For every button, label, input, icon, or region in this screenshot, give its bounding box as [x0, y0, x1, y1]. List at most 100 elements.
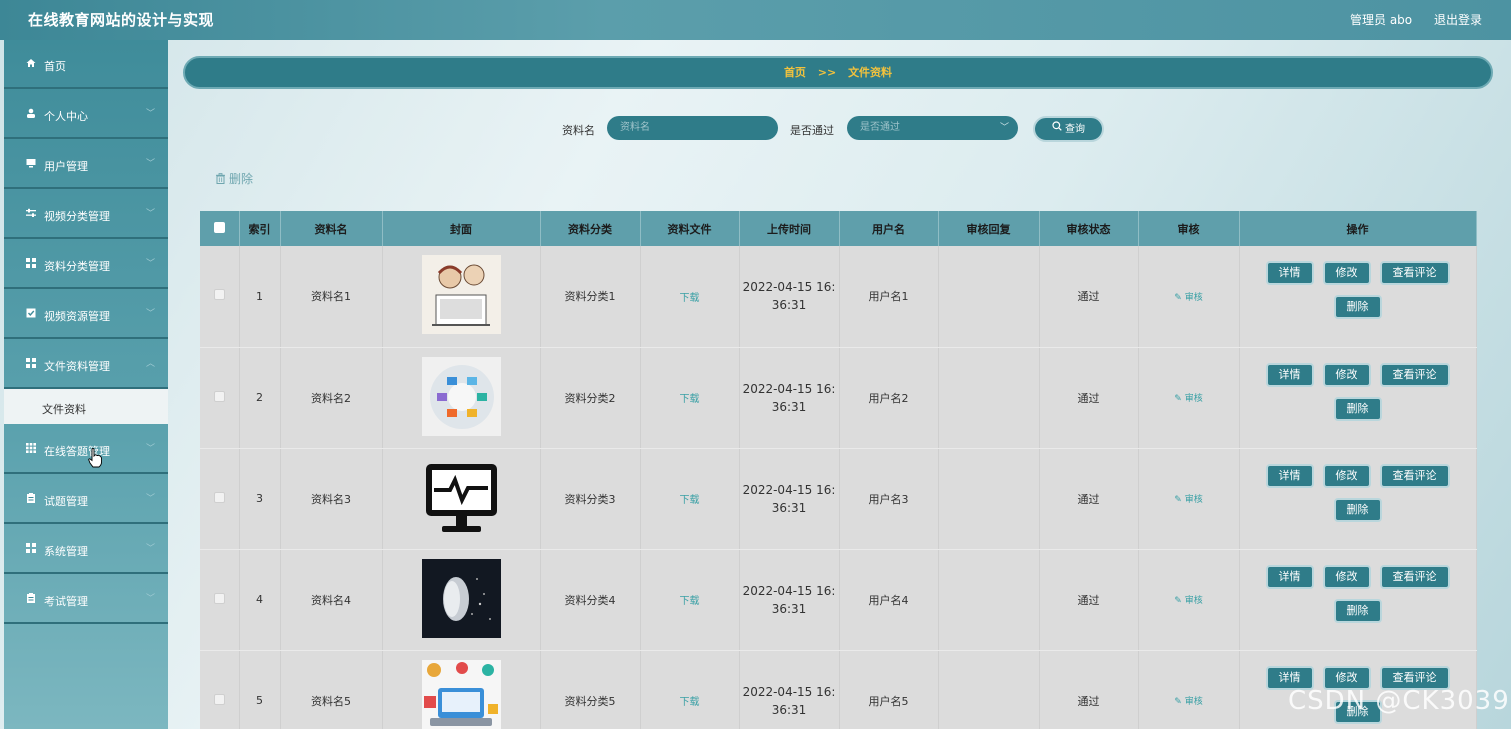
audit-cell: ✎ 审核	[1138, 347, 1240, 449]
file-cell: 下载	[640, 347, 740, 449]
row-select-cell	[200, 448, 240, 550]
admin-label: 管理员 abo	[1350, 13, 1413, 27]
edit-button[interactable]: 修改	[1322, 463, 1371, 488]
delete-button[interactable]: 删除	[1333, 396, 1382, 421]
sidebar-item-exam-management[interactable]: 考试管理 ﹀	[4, 575, 168, 624]
name-cell: 资料名2	[280, 347, 383, 449]
sidebar-item-personal-center[interactable]: 个人中心 ﹀	[4, 90, 168, 139]
row-actions: 详情 修改 查看评论 删除	[1240, 362, 1476, 433]
batch-delete-button[interactable]: 删除	[215, 170, 253, 187]
cover-cell	[382, 246, 541, 348]
sidebar-item-label: 试题管理	[44, 495, 88, 508]
delete-button[interactable]: 删除	[1333, 497, 1382, 522]
sidebar-item-home[interactable]: 首页	[4, 40, 168, 89]
audit-link-label: 审核	[1184, 394, 1203, 404]
row-checkbox[interactable]	[213, 693, 225, 705]
column-header: 审核回复	[938, 211, 1040, 246]
row-checkbox[interactable]	[213, 289, 225, 301]
edit-pencil-icon: ✎	[1174, 394, 1185, 404]
download-link[interactable]: 下载	[680, 394, 700, 405]
detail-button[interactable]: 详情	[1265, 261, 1314, 286]
sidebar-item-label: 文件资料管理	[44, 360, 110, 373]
search-button[interactable]: 查询	[1033, 116, 1104, 142]
home-icon	[26, 58, 36, 68]
audit-reply-cell	[938, 549, 1040, 651]
upload-time-date: 2022-04-15 16:	[742, 482, 836, 497]
upload-time-cell: 2022-04-15 16: 36:31	[739, 347, 840, 449]
column-header: 资料分类	[540, 211, 641, 246]
edit-button[interactable]: 修改	[1322, 261, 1371, 286]
edit-pencil-icon: ✎	[1174, 292, 1185, 303]
sidebar-subitem-file-materials[interactable]: 文件资料	[4, 389, 168, 424]
breadcrumb: 首页 >> 文件资料	[183, 56, 1493, 89]
download-link[interactable]: 下载	[680, 495, 700, 506]
audit-status-cell: 通过	[1039, 246, 1139, 348]
search-icon	[1052, 118, 1062, 140]
breadcrumb-home[interactable]: 首页	[784, 66, 806, 79]
detail-button[interactable]: 详情	[1265, 564, 1314, 589]
row-select-cell	[200, 650, 240, 729]
sidebar-item-system-management[interactable]: 系统管理 ﹀	[4, 525, 168, 574]
clipboard-icon	[26, 593, 36, 603]
audit-link[interactable]: ✎ 审核	[1174, 293, 1202, 303]
column-header: 操作	[1239, 211, 1477, 246]
upload-time-clock: 36:31	[771, 399, 807, 414]
index-cell: 5	[239, 650, 281, 729]
row-checkbox[interactable]	[213, 390, 225, 402]
cover-cell	[382, 448, 541, 550]
row-checkbox[interactable]	[213, 592, 225, 604]
sidebar-item-question-management[interactable]: 试题管理 ﹀	[4, 475, 168, 524]
audit-reply-cell	[938, 246, 1040, 348]
view-comments-button[interactable]: 查看评论	[1379, 463, 1450, 488]
select-all-checkbox[interactable]	[213, 221, 225, 233]
sidebar-item-video-resource[interactable]: 视频资源管理 ﹀	[4, 290, 168, 339]
name-cell: 资料名3	[280, 448, 383, 550]
edit-button[interactable]: 修改	[1322, 362, 1371, 387]
audit-link-label: 审核	[1184, 292, 1203, 303]
sidebar-item-online-quiz[interactable]: 在线答题管理 ﹀	[4, 425, 168, 474]
audit-link[interactable]: ✎ 审核	[1174, 697, 1202, 707]
hand-cursor-icon	[88, 448, 102, 468]
sidebar-item-material-category[interactable]: 资料分类管理 ﹀	[4, 240, 168, 289]
view-comments-button[interactable]: 查看评论	[1379, 362, 1450, 387]
sidebar-item-user-management[interactable]: 用户管理 ﹀	[4, 140, 168, 189]
audit-link[interactable]: ✎ 审核	[1174, 394, 1202, 404]
download-link[interactable]: 下载	[680, 596, 700, 607]
sidebar-item-file-management[interactable]: 文件资料管理 ︿	[4, 340, 168, 389]
cover-cell	[382, 549, 541, 651]
sidebar-item-label: 资料分类管理	[44, 260, 110, 273]
sliders-icon	[26, 208, 36, 218]
table-row: 4 资料名4 资料分类4 下载 2022-04-15 16: 36:31 用户名4…	[200, 549, 1477, 651]
cover-image	[421, 255, 501, 335]
detail-button[interactable]: 详情	[1265, 463, 1314, 488]
cover-image	[421, 659, 501, 729]
checkbox-icon	[26, 308, 36, 318]
download-link[interactable]: 下载	[680, 697, 700, 708]
column-header: 资料文件	[640, 211, 740, 246]
view-comments-button[interactable]: 查看评论	[1379, 261, 1450, 286]
sidebar-item-label: 用户管理	[44, 160, 88, 173]
delete-button[interactable]: 删除	[1333, 295, 1382, 320]
status-filter-select[interactable]: 是否通过 ﹀	[847, 116, 1018, 140]
delete-button[interactable]: 删除	[1333, 598, 1382, 623]
detail-button[interactable]: 详情	[1265, 362, 1314, 387]
sidebar-item-video-category[interactable]: 视频分类管理 ﹀	[4, 190, 168, 239]
cover-image	[421, 558, 501, 638]
download-link[interactable]: 下载	[680, 293, 700, 304]
audit-cell: ✎ 审核	[1138, 650, 1240, 729]
view-comments-button[interactable]: 查看评论	[1379, 564, 1450, 589]
audit-link-label: 审核	[1184, 495, 1203, 505]
logout-link[interactable]: 退出登录	[1434, 11, 1482, 28]
edit-button[interactable]: 修改	[1322, 564, 1371, 589]
audit-link[interactable]: ✎ 审核	[1174, 495, 1202, 505]
index-cell: 1	[239, 246, 281, 348]
audit-reply-cell	[938, 650, 1040, 729]
name-search-input[interactable]: 资料名	[607, 116, 778, 140]
name-search-label: 资料名	[562, 124, 595, 137]
audit-link[interactable]: ✎ 审核	[1174, 596, 1202, 606]
category-cell: 资料分类1	[540, 246, 641, 348]
edit-pencil-icon: ✎	[1174, 697, 1185, 707]
chevron-down-icon: ﹀	[146, 209, 156, 219]
row-checkbox[interactable]	[213, 491, 225, 503]
chevron-down-icon: ﹀	[146, 594, 156, 604]
